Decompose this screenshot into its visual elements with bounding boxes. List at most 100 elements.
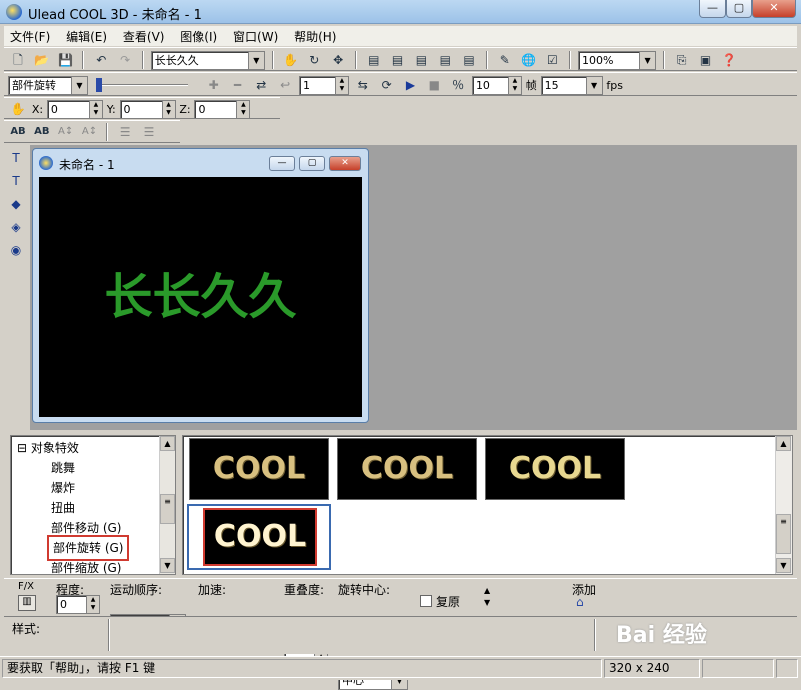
fx-toggle-icon[interactable]: ▥: [18, 595, 36, 611]
view-4-icon[interactable]: ▤: [435, 50, 455, 70]
spinner-arrows-icon[interactable]: ▲▼: [86, 596, 99, 613]
menu-edit[interactable]: 编辑(E): [60, 26, 113, 47]
align-center-icon[interactable]: ☰: [139, 122, 159, 142]
insert-graphic-icon[interactable]: ◆: [6, 194, 26, 214]
menu-help[interactable]: 帮助(H): [288, 26, 342, 47]
new-file-icon[interactable]: 🗋: [8, 50, 28, 70]
rotate-hand-icon[interactable]: ↻: [304, 50, 324, 70]
tree-item-explode[interactable]: 爆炸: [51, 478, 75, 498]
x-spinner[interactable]: 0 ▲ ▼: [46, 99, 103, 119]
speed-spinner[interactable]: 10 ▲ ▼: [471, 75, 522, 95]
spinner-arrows-icon[interactable]: ▲▼: [161, 100, 175, 118]
edit-graphic-icon[interactable]: ◈: [6, 217, 26, 237]
char-spacing-icon[interactable]: AB: [8, 122, 28, 142]
add-keyframe-icon[interactable]: ✚: [204, 75, 224, 95]
canvas-3d-text[interactable]: 长长久久: [39, 177, 362, 417]
spinner-arrows-icon[interactable]: ▲▼: [507, 76, 521, 94]
gallery-thumb[interactable]: COOL: [337, 438, 477, 500]
document-title: 未命名 - 1: [59, 158, 115, 172]
scroll-up-icon[interactable]: ▲: [776, 436, 791, 451]
effect-part-select[interactable]: 部件旋转 ▼: [8, 75, 88, 95]
fps-select[interactable]: 15 ▼: [540, 75, 603, 95]
degree-spinner[interactable]: 0 ▲ ▼: [56, 595, 100, 614]
char-spacing-reduce-icon[interactable]: AB: [32, 122, 52, 142]
scroll-up-icon[interactable]: ▲: [160, 436, 175, 451]
align-left-icon[interactable]: ☰: [115, 122, 135, 142]
line-spacing-reduce-icon[interactable]: A↕: [79, 122, 99, 142]
zoom-select[interactable]: 100% ▼: [578, 50, 657, 70]
minimize-button[interactable]: —: [699, 0, 726, 18]
menu-view[interactable]: 查看(V): [117, 26, 171, 47]
scroll-arrows-icon[interactable]: ▲ ▼: [484, 585, 490, 609]
menu-file[interactable]: 文件(F): [4, 26, 56, 47]
zoom-fit-icon[interactable]: ✥: [328, 50, 348, 70]
refresh-icon[interactable]: ⟳: [377, 75, 397, 95]
insert-geometry-icon[interactable]: ◉: [6, 240, 26, 260]
effects-tree[interactable]: ⊟ 对象特效 跳舞 爆炸 扭曲 部件移动 (G) 部件旋转 (G) 部件缩放 (…: [10, 435, 176, 575]
check-box-icon[interactable]: ☑: [542, 50, 562, 70]
preview-icon[interactable]: ▣: [696, 50, 716, 70]
help-cursor-icon[interactable]: ❓: [719, 50, 739, 70]
collapse-icon[interactable]: ⊟: [17, 441, 27, 455]
tree-item-part-scale[interactable]: 部件缩放 (G): [51, 558, 121, 574]
position-icon[interactable]: ✋: [8, 99, 28, 119]
tree-item-twist[interactable]: 扭曲: [51, 498, 75, 518]
gallery-thumb[interactable]: COOL: [203, 508, 317, 566]
smooth-icon[interactable]: ％: [448, 75, 468, 95]
spinner-arrows-icon[interactable]: ▲▼: [334, 76, 348, 94]
remove-keyframe-icon[interactable]: ━: [227, 75, 247, 95]
add-home-icon[interactable]: ⌂: [576, 595, 592, 611]
tree-scrollbar[interactable]: ▲ ≡ ▼: [159, 436, 175, 574]
scroll-thumb[interactable]: ≡: [776, 514, 791, 554]
tree-item-dance[interactable]: 跳舞: [51, 458, 75, 478]
gallery-thumb[interactable]: COOL: [189, 438, 329, 500]
effects-gallery[interactable]: COOL COOL COOL COOL ▲ ≡ ▼: [182, 435, 793, 575]
view-3-icon[interactable]: ▤: [411, 50, 431, 70]
view-2-icon[interactable]: ▤: [388, 50, 408, 70]
color-picker-icon[interactable]: ✎: [495, 50, 515, 70]
open-folder-icon[interactable]: 📂: [32, 50, 52, 70]
scroll-thumb[interactable]: ≡: [160, 494, 175, 524]
line-spacing-icon[interactable]: A↕: [56, 122, 76, 142]
scroll-down-icon[interactable]: ▼: [776, 558, 791, 573]
insert-text-icon[interactable]: T: [6, 148, 26, 168]
tree-root[interactable]: ⊟ 对象特效: [17, 438, 79, 458]
timeline-slider[interactable]: [92, 76, 200, 94]
export-icon[interactable]: ⎘: [672, 50, 692, 70]
undo-icon[interactable]: ↶: [91, 50, 111, 70]
restore-checkbox[interactable]: [420, 595, 432, 607]
doc-close-button[interactable]: ✕: [329, 156, 361, 171]
spinner-arrows-icon[interactable]: ▲▼: [88, 100, 102, 118]
y-spinner[interactable]: 0 ▲ ▼: [119, 99, 176, 119]
doc-maximize-button[interactable]: ▢: [299, 156, 325, 171]
edit-text-icon[interactable]: T: [6, 171, 26, 191]
maximize-button[interactable]: ▢: [726, 0, 752, 18]
canvas[interactable]: 长长久久: [39, 177, 362, 417]
gallery-scrollbar[interactable]: ▲ ≡ ▼: [775, 436, 792, 574]
redo-icon[interactable]: ↷: [115, 50, 135, 70]
slider-thumb[interactable]: [95, 78, 102, 92]
save-icon[interactable]: 💾: [56, 50, 76, 70]
loop-icon[interactable]: ⇆: [353, 75, 373, 95]
status-empty-2: [776, 659, 798, 678]
z-spinner[interactable]: 0 ▲ ▼: [194, 99, 251, 119]
document-window[interactable]: 未命名 - 1 — ▢ ✕ 长长久久: [32, 148, 369, 423]
gallery-thumb-selected[interactable]: COOL: [187, 504, 331, 570]
spinner-arrows-icon[interactable]: ▲▼: [236, 100, 250, 118]
view-1-icon[interactable]: ▤: [364, 50, 384, 70]
stop-icon[interactable]: ■: [424, 75, 444, 95]
play-icon[interactable]: ▶: [400, 75, 420, 95]
menu-window[interactable]: 窗口(W): [227, 26, 284, 47]
frame-spinner[interactable]: 1 ▲ ▼: [298, 75, 349, 95]
text-object-select[interactable]: 长长久久 ▼: [150, 50, 265, 70]
hand-move-icon[interactable]: ✋: [280, 50, 300, 70]
doc-minimize-button[interactable]: —: [269, 156, 295, 171]
view-5-icon[interactable]: ▤: [459, 50, 479, 70]
swap-keyframe-icon[interactable]: ⇄: [251, 75, 271, 95]
menu-image[interactable]: 图像(I): [174, 26, 223, 47]
globe-icon[interactable]: 🌐: [519, 50, 539, 70]
reverse-icon[interactable]: ↩: [275, 75, 295, 95]
scroll-down-icon[interactable]: ▼: [160, 558, 175, 573]
gallery-thumb[interactable]: COOL: [485, 438, 625, 500]
close-button[interactable]: ✕: [752, 0, 796, 18]
